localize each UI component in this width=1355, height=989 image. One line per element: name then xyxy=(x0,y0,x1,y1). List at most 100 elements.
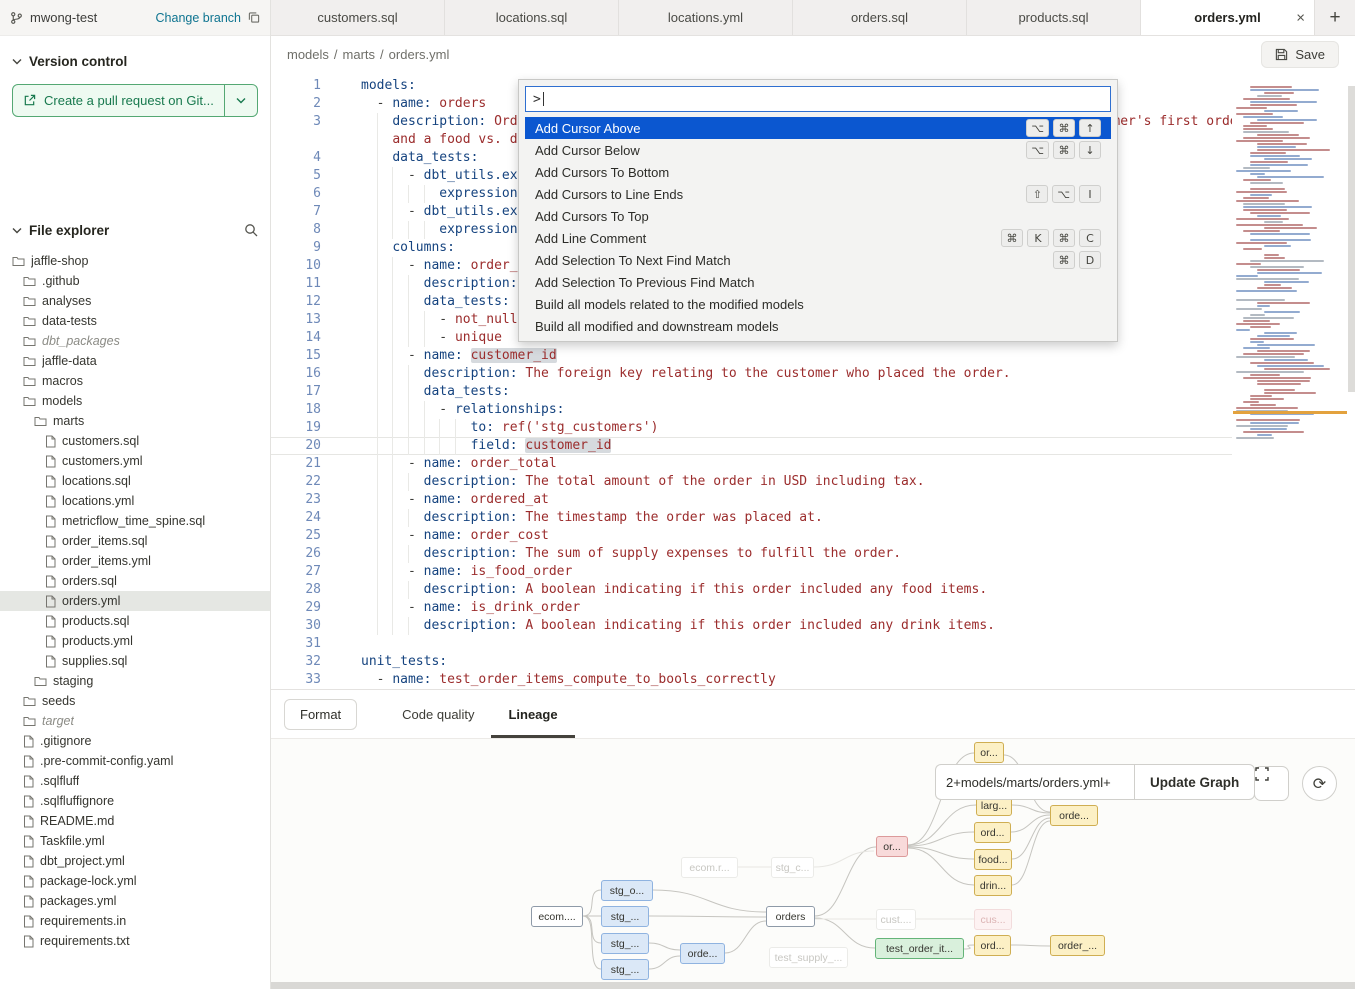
tree-item-macros[interactable]: macros xyxy=(0,371,270,391)
palette-item[interactable]: Add Cursor Below⌥⌘↓ xyxy=(525,139,1111,161)
tab-products.sql[interactable]: products.sql xyxy=(967,0,1141,35)
tree-item-README.md[interactable]: README.md xyxy=(0,811,270,831)
palette-item[interactable]: Add Cursors To Top xyxy=(525,205,1111,227)
tab-orders.yml[interactable]: orders.yml× xyxy=(1141,0,1315,35)
code-line-25[interactable]: 25 - name: order_cost xyxy=(271,527,1232,545)
create-pr-button-main[interactable]: Create a pull request on Git... xyxy=(13,85,224,116)
code-line-27[interactable]: 27 - name: is_food_order xyxy=(271,563,1232,581)
create-pr-button[interactable]: Create a pull request on Git... xyxy=(12,84,258,117)
lineage-node[interactable]: or... xyxy=(974,742,1004,763)
tree-item-staging[interactable]: staging xyxy=(0,671,270,691)
tree-item-seeds[interactable]: seeds xyxy=(0,691,270,711)
tab-code-quality[interactable]: Code quality xyxy=(385,690,491,738)
code-line-30[interactable]: 30 description: A boolean indicating if … xyxy=(271,617,1232,635)
lineage-node[interactable]: drin... xyxy=(974,875,1012,896)
lineage-node[interactable]: or... xyxy=(876,836,908,857)
lineage-node[interactable]: order_... xyxy=(1050,935,1105,956)
tree-item-locations.yml[interactable]: locations.yml xyxy=(0,491,270,511)
lineage-node[interactable]: test_supply_... xyxy=(769,947,848,968)
tree-item-supplies.sql[interactable]: supplies.sql xyxy=(0,651,270,671)
code-line-16[interactable]: 16 description: The foreign key relating… xyxy=(271,365,1232,383)
save-button[interactable]: Save xyxy=(1261,41,1339,68)
tab-locations.sql[interactable]: locations.sql xyxy=(445,0,619,35)
tab-lineage[interactable]: Lineage xyxy=(491,690,574,738)
minimap[interactable] xyxy=(1233,86,1347,448)
palette-item[interactable]: Add Selection To Previous Find Match xyxy=(525,271,1111,293)
palette-item[interactable]: Add Cursor Above⌥⌘↑ xyxy=(525,117,1111,139)
code-line-20[interactable]: 20 field: customer_id xyxy=(271,437,1232,455)
code-line-18[interactable]: 18 - relationships: xyxy=(271,401,1232,419)
lineage-node[interactable]: orders xyxy=(766,906,815,927)
code-line-15[interactable]: 15 - name: customer_id xyxy=(271,347,1232,365)
palette-item[interactable]: Add Cursors To Bottom xyxy=(525,161,1111,183)
lineage-node[interactable]: stg_... xyxy=(601,959,649,980)
command-palette-input[interactable]: > xyxy=(525,86,1111,112)
code-editor[interactable]: 1models:2 - name: orders3 description: O… xyxy=(271,73,1355,689)
tree-item-locations.sql[interactable]: locations.sql xyxy=(0,471,270,491)
tree-item-.sqlfluff[interactable]: .sqlfluff xyxy=(0,771,270,791)
code-line-19[interactable]: 19 to: ref('stg_customers') xyxy=(271,419,1232,437)
palette-item[interactable]: Add Selection To Next Find Match⌘D xyxy=(525,249,1111,271)
code-line-29[interactable]: 29 - name: is_drink_order xyxy=(271,599,1232,617)
tree-item-orders.sql[interactable]: orders.sql xyxy=(0,571,270,591)
code-line-32[interactable]: 32unit_tests: xyxy=(271,653,1232,671)
tree-item-order_items.sql[interactable]: order_items.sql xyxy=(0,531,270,551)
tab-customers.sql[interactable]: customers.sql xyxy=(271,0,445,35)
tree-item-products.sql[interactable]: products.sql xyxy=(0,611,270,631)
breadcrumb-models[interactable]: models xyxy=(287,47,329,62)
tree-item-target[interactable]: target xyxy=(0,711,270,731)
palette-item[interactable]: Build all modified and downstream models xyxy=(525,315,1111,337)
tree-item-packages.yml[interactable]: packages.yml xyxy=(0,891,270,911)
tab-orders.sql[interactable]: orders.sql xyxy=(793,0,967,35)
tree-item-.gitignore[interactable]: .gitignore xyxy=(0,731,270,751)
lineage-node[interactable]: test_order_it... xyxy=(875,938,964,959)
tree-item-dbt_packages[interactable]: dbt_packages xyxy=(0,331,270,351)
tree-item-products.yml[interactable]: products.yml xyxy=(0,631,270,651)
search-icon[interactable] xyxy=(244,223,258,237)
tree-item-customers.sql[interactable]: customers.sql xyxy=(0,431,270,451)
code-line-21[interactable]: 21 - name: order_total xyxy=(271,455,1232,473)
fullscreen-button[interactable] xyxy=(1254,766,1289,801)
code-line-22[interactable]: 22 description: The total amount of the … xyxy=(271,473,1232,491)
editor-scrollbar[interactable] xyxy=(1348,86,1355,392)
lineage-node[interactable]: cus... xyxy=(974,909,1012,930)
close-tab-icon[interactable]: × xyxy=(1296,9,1305,26)
breadcrumb-marts[interactable]: marts xyxy=(343,47,376,62)
code-line-31[interactable]: 31 xyxy=(271,635,1232,653)
tree-item-metricflow_time_spine.sql[interactable]: metricflow_time_spine.sql xyxy=(0,511,270,531)
new-tab-button[interactable]: + xyxy=(1315,0,1355,35)
lineage-node[interactable]: ecom.r... xyxy=(681,857,738,878)
tree-item-requirements.in[interactable]: requirements.in xyxy=(0,911,270,931)
tree-item-package-lock.yml[interactable]: package-lock.yml xyxy=(0,871,270,891)
lineage-search-input[interactable] xyxy=(935,764,1134,800)
lineage-node[interactable]: stg_... xyxy=(601,906,649,927)
update-graph-button[interactable]: Update Graph xyxy=(1134,764,1255,800)
tree-item-jaffle-data[interactable]: jaffle-data xyxy=(0,351,270,371)
code-line-24[interactable]: 24 description: The timestamp the order … xyxy=(271,509,1232,527)
palette-item[interactable]: Build all models related to the modified… xyxy=(525,293,1111,315)
tree-item-jaffle-shop[interactable]: jaffle-shop xyxy=(0,251,270,271)
copy-icon[interactable] xyxy=(248,11,260,24)
format-button[interactable]: Format xyxy=(284,699,357,730)
code-line-23[interactable]: 23 - name: ordered_at xyxy=(271,491,1232,509)
code-line-17[interactable]: 17 data_tests: xyxy=(271,383,1232,401)
tree-item-dbt_project.yml[interactable]: dbt_project.yml xyxy=(0,851,270,871)
palette-item[interactable]: Add Line Comment⌘K⌘C xyxy=(525,227,1111,249)
lineage-node[interactable]: food... xyxy=(974,849,1012,870)
code-line-33[interactable]: 33 - name: test_order_items_compute_to_b… xyxy=(271,671,1232,689)
tree-item-.sqlfluffignore[interactable]: .sqlfluffignore xyxy=(0,791,270,811)
tree-item-requirements.txt[interactable]: requirements.txt xyxy=(0,931,270,951)
pr-dropdown-button[interactable] xyxy=(224,85,257,116)
lineage-node[interactable]: stg_o... xyxy=(601,880,653,901)
lineage-node[interactable]: orde... xyxy=(680,943,725,964)
tree-item-analyses[interactable]: analyses xyxy=(0,291,270,311)
tree-item-.pre-commit-config.yaml[interactable]: .pre-commit-config.yaml xyxy=(0,751,270,771)
tree-item-orders.yml[interactable]: orders.yml xyxy=(0,591,270,611)
lineage-node[interactable]: ord... xyxy=(974,822,1011,843)
tree-item-Taskfile.yml[interactable]: Taskfile.yml xyxy=(0,831,270,851)
breadcrumb-file[interactable]: orders.yml xyxy=(389,47,450,62)
lineage-node[interactable]: orde... xyxy=(1050,805,1098,826)
tree-item-order_items.yml[interactable]: order_items.yml xyxy=(0,551,270,571)
tree-item-.github[interactable]: .github xyxy=(0,271,270,291)
lineage-scrollbar[interactable] xyxy=(271,982,1355,989)
